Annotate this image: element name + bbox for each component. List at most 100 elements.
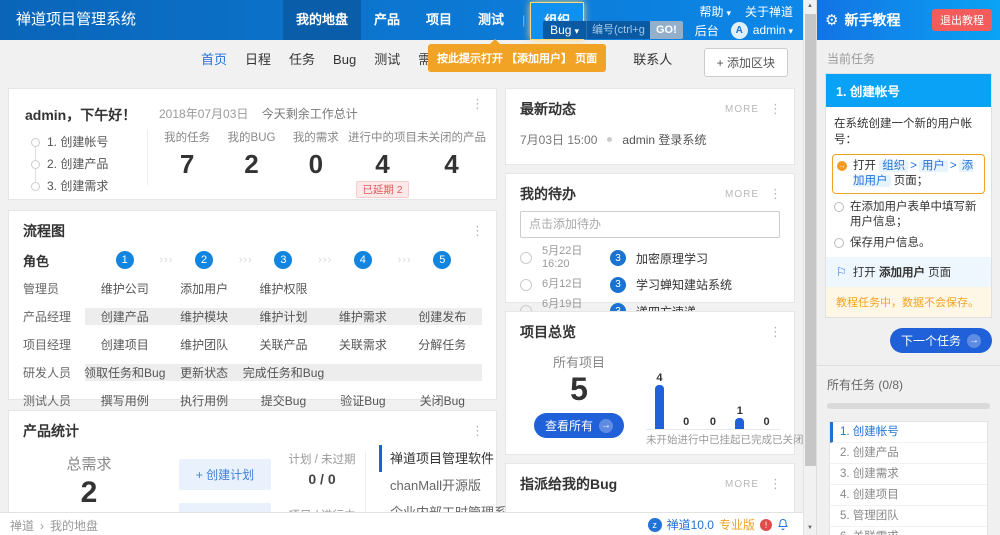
app-brand[interactable]: 禅道项目管理系统 [16, 0, 136, 40]
top-menu-my[interactable]: 我的地盘 [283, 0, 361, 40]
step-circle-4: 4 [354, 251, 372, 269]
flow-cell[interactable]: 维护模块 [164, 308, 243, 325]
panel-menu-icon[interactable]: ⋮ [769, 104, 782, 114]
panel-menu-icon[interactable]: ⋮ [471, 99, 484, 109]
tutorial-task-item[interactable]: 6. 关联需求 [830, 527, 987, 535]
tutorial-tooltip: 按此提示打开 【添加用户】 页面 [428, 44, 606, 72]
flow-cell[interactable]: 关闭Bug [403, 392, 482, 409]
flow-cell[interactable]: 更新状态 [164, 364, 243, 381]
tutorial-task-item[interactable]: 2. 创建产品 [830, 443, 987, 464]
product-item[interactable]: 企业内部工时管理系统 [379, 499, 488, 513]
search-type-select[interactable]: Bug▾ [543, 21, 586, 39]
bar-slot: 1 [726, 405, 753, 429]
tab-home[interactable]: 首页 [195, 40, 233, 80]
flow-cell[interactable]: 维护需求 [323, 308, 402, 325]
flow-cell[interactable]: 关联产品 [244, 336, 323, 353]
breadcrumb-page[interactable]: 我的地盘 [50, 517, 98, 534]
create-plan-button[interactable]: + 创建计划 [179, 459, 271, 490]
flow-cell[interactable]: 关联需求 [323, 336, 402, 353]
tab-test[interactable]: 测试 [368, 40, 406, 80]
flow-cell[interactable]: 添加用户 [164, 280, 243, 297]
flow-cell[interactable]: 创建产品 [85, 308, 164, 325]
flow-row-product-manager: 产品经理 创建产品 维护模块 维护计划 维护需求 创建发布 [23, 303, 482, 329]
next-task-button[interactable]: 下一个任务→ [890, 328, 992, 353]
top-menu-test[interactable]: 测试 [465, 0, 517, 40]
flow-cell[interactable]: 创建发布 [403, 308, 482, 325]
edition-link[interactable]: 专业版 [719, 516, 755, 533]
todo-title[interactable]: 学习蝉知建站系统 [636, 276, 732, 293]
panel-menu-icon[interactable]: ⋮ [471, 426, 484, 436]
greeting-title: admin，下午好！ [25, 105, 136, 125]
search-input[interactable] [586, 21, 650, 39]
flow-row-admin: 管理员 维护公司 添加用户 维护权限 [23, 275, 482, 301]
zentao-logo-icon: z [648, 518, 662, 532]
more-link[interactable]: MORE [725, 189, 759, 200]
add-block-button[interactable]: + 添加区块 [704, 48, 788, 77]
tab-contacts[interactable]: 联系人 [627, 40, 678, 80]
flow-cell[interactable]: 提交Bug [244, 392, 323, 409]
version-link[interactable]: 禅道10.0 [667, 516, 714, 533]
quit-tutorial-button[interactable]: 退出教程 [932, 9, 992, 31]
tab-bug[interactable]: Bug [327, 40, 362, 80]
product-item[interactable]: chanMall开源版 [379, 472, 488, 499]
flow-cell[interactable]: 维护公司 [85, 280, 164, 297]
more-link[interactable]: MORE [725, 104, 759, 115]
onboarding-step[interactable]: 1. 创建帐号 [31, 131, 108, 153]
flow-cell[interactable]: 领取任务和Bug [85, 364, 164, 381]
todo-title[interactable]: 加密原理学习 [636, 250, 708, 267]
projects-overview-panel: 项目总览 ⋮ 所有项目 5 查看所有→ 4 0 0 1 0 [505, 311, 795, 455]
flow-cell[interactable]: 创建项目 [85, 336, 164, 353]
about-link[interactable]: 关于禅道 [745, 3, 793, 20]
tutorial-task-item[interactable]: 1. 创建帐号 [830, 422, 987, 443]
admin-console-link[interactable]: 后台 [695, 22, 719, 39]
step-circle-2: 2 [195, 251, 213, 269]
onboarding-step[interactable]: 3. 创建需求 [31, 175, 108, 197]
panel-menu-icon[interactable]: ⋮ [769, 479, 782, 489]
bar-slot: 0 [673, 416, 700, 429]
tutorial-task-item[interactable]: 5. 管理团队 [830, 506, 987, 527]
tutorial-task-item[interactable]: 3. 创建需求 [830, 464, 987, 485]
breadcrumb-site[interactable]: 禅道 [10, 517, 34, 534]
todo-checkbox[interactable] [520, 279, 532, 291]
open-target-page-link[interactable]: ⚐ 打开 添加用户 页面 [826, 257, 991, 287]
panel-menu-icon[interactable]: ⋮ [471, 226, 484, 236]
bell-icon[interactable] [777, 518, 789, 531]
flow-cell[interactable]: 撰写用例 [85, 392, 164, 409]
add-todo-input[interactable]: 点击添加待办 [520, 211, 780, 238]
total-stories: 总需求 2 查看全部→ [37, 453, 141, 513]
flow-cell[interactable]: 维护权限 [244, 280, 323, 297]
scrollbar-thumb[interactable] [805, 14, 816, 466]
flow-cell[interactable]: 分解任务 [403, 336, 482, 353]
panel-menu-icon[interactable]: ⋮ [769, 327, 782, 337]
scroll-down-arrow[interactable]: ▼ [804, 522, 816, 535]
todo-item: 6月12日 3 学习蝉知建站系统 [506, 274, 794, 296]
bar-category-labels: 未开始 进行中 已挂起 已完成 已关闭 [646, 432, 780, 447]
scroll-up-arrow[interactable]: ▲ [804, 0, 816, 13]
menu-separator: | [517, 13, 530, 27]
product-item[interactable]: 禅道项目管理软件 [379, 445, 488, 472]
tab-calendar[interactable]: 日程 [239, 40, 277, 80]
go-button[interactable]: GO! [650, 21, 683, 39]
tutorial-task-item[interactable]: 4. 创建项目 [830, 485, 987, 506]
view-all-projects-button[interactable]: 查看所有→ [534, 413, 624, 438]
sub-navbar: 首页 日程 任务 Bug 测试 需求 项目 联系人 按此提示打开 【添加用户】 … [0, 40, 803, 80]
avatar[interactable]: A [731, 22, 748, 39]
onboarding-step[interactable]: 2. 创建产品 [31, 153, 108, 175]
user-menu[interactable]: admin▾ [753, 23, 793, 37]
help-link[interactable]: 帮助▾ [699, 3, 731, 20]
tutorial-task-list: 1. 创建帐号 2. 创建产品 3. 创建需求 4. 创建项目 5. 管理团队 … [829, 421, 988, 535]
panel-title: 产品统计 [23, 421, 79, 441]
more-link[interactable]: MORE [725, 479, 759, 490]
top-menu-product[interactable]: 产品 [361, 0, 413, 40]
priority-badge: 3 [610, 277, 626, 293]
top-menu-project[interactable]: 项目 [413, 0, 465, 40]
flow-cell[interactable]: 维护计划 [244, 308, 323, 325]
step-text: 在添加用户表单中填写新用户信息； [850, 200, 983, 230]
flow-cell[interactable]: 维护团队 [164, 336, 243, 353]
flow-cell[interactable]: 验证Bug [323, 392, 402, 409]
flow-cell[interactable]: 执行用例 [164, 392, 243, 409]
panel-menu-icon[interactable]: ⋮ [769, 189, 782, 199]
todo-checkbox[interactable] [520, 252, 532, 264]
flow-cell[interactable]: 完成任务和Bug [244, 364, 323, 381]
tab-task[interactable]: 任务 [283, 40, 321, 80]
